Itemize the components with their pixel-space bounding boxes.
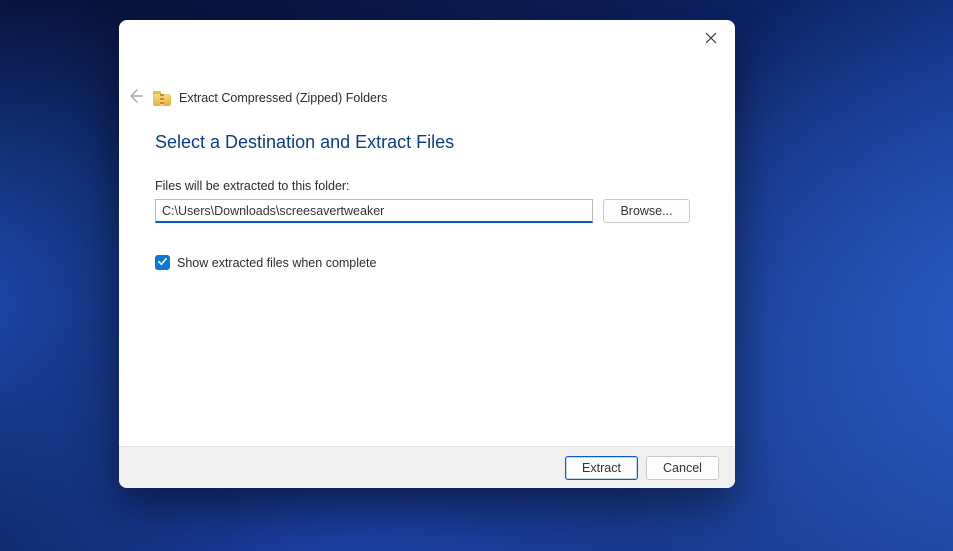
show-files-row: Show extracted files when complete: [155, 255, 699, 270]
cancel-button[interactable]: Cancel: [646, 456, 719, 480]
extract-button[interactable]: Extract: [565, 456, 638, 480]
dialog-header: Extract Compressed (Zipped) Folders: [127, 88, 727, 108]
close-button[interactable]: [701, 30, 721, 50]
destination-path-input[interactable]: [155, 199, 593, 223]
back-arrow-icon: [127, 88, 143, 109]
path-input-row: Browse...: [155, 199, 699, 223]
dialog-title: Extract Compressed (Zipped) Folders: [179, 91, 387, 105]
browse-button[interactable]: Browse...: [603, 199, 690, 223]
extract-dialog: Extract Compressed (Zipped) Folders Sele…: [119, 20, 735, 488]
back-button[interactable]: [125, 88, 145, 108]
close-icon: [705, 31, 717, 49]
checkmark-icon: [157, 254, 168, 272]
zipped-folder-icon: [153, 91, 171, 106]
show-files-checkbox[interactable]: [155, 255, 170, 270]
path-label: Files will be extracted to this folder:: [155, 179, 699, 193]
show-files-label: Show extracted files when complete: [177, 256, 376, 270]
dialog-footer: Extract Cancel: [119, 446, 735, 488]
content-heading: Select a Destination and Extract Files: [155, 132, 699, 153]
dialog-content: Select a Destination and Extract Files F…: [155, 132, 699, 270]
